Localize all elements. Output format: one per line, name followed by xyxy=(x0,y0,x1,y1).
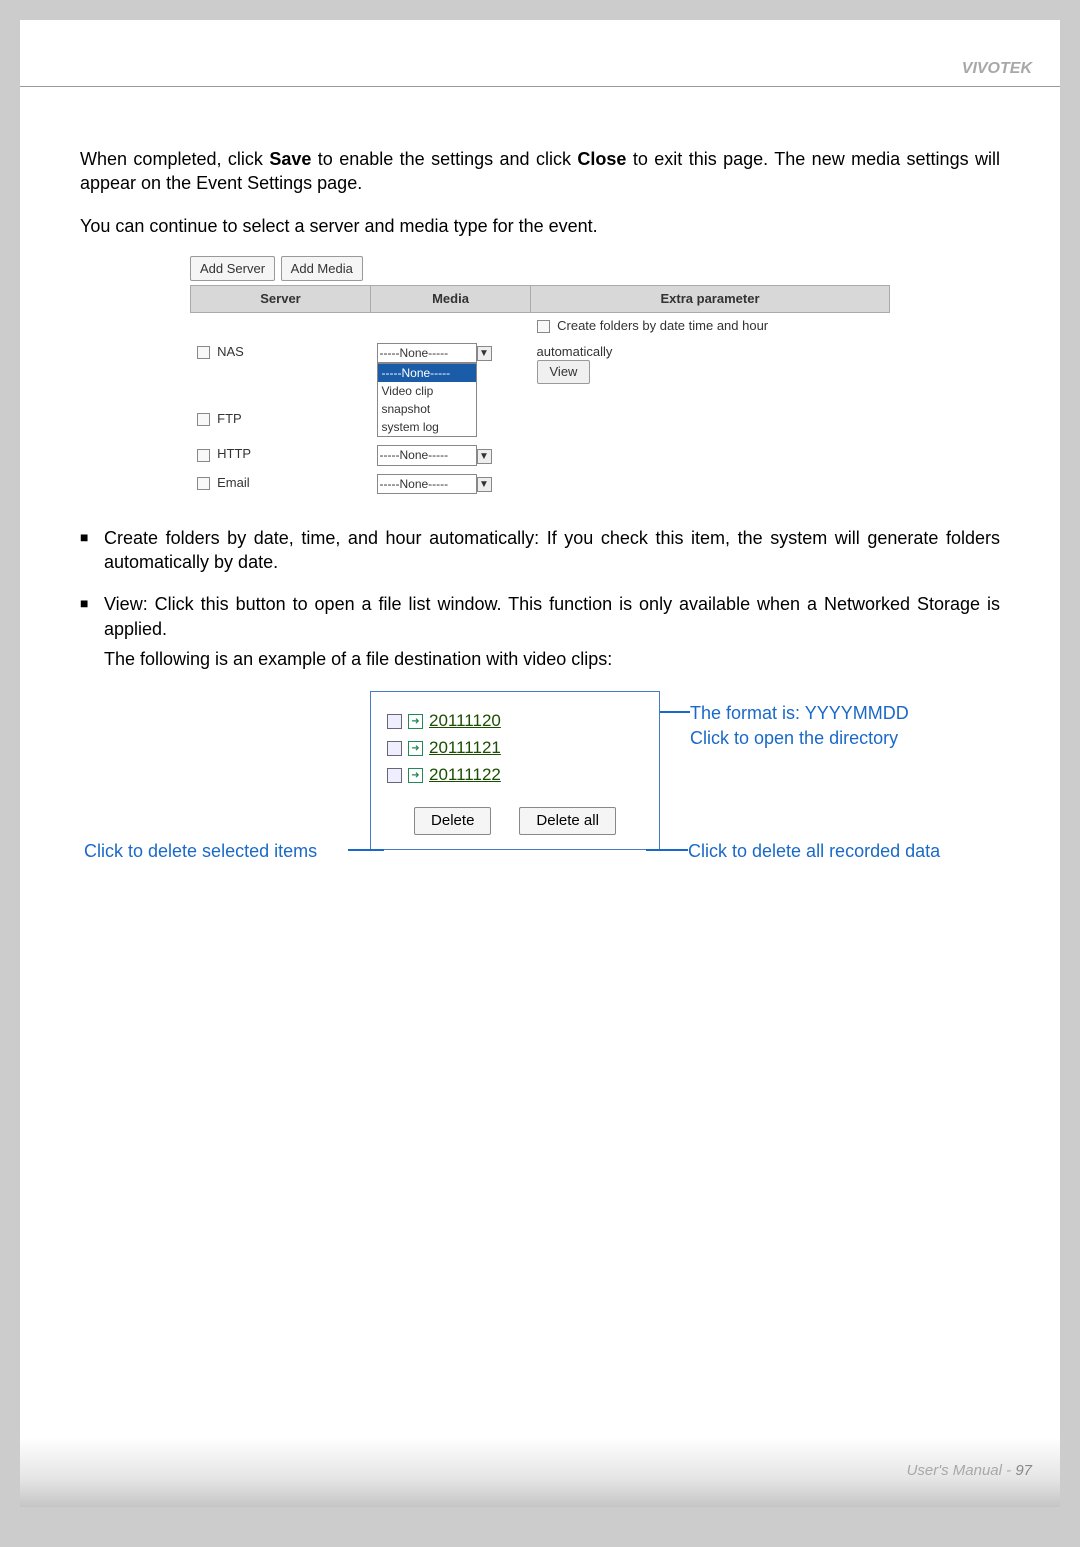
server-http-label: HTTP xyxy=(217,446,251,461)
page-footer: User's Manual - 97 xyxy=(907,1462,1032,1479)
email-media-select[interactable]: -----None----- xyxy=(377,474,477,494)
text: to enable the settings and click xyxy=(311,149,577,169)
bullet-icon: ■ xyxy=(80,526,104,575)
file-buttons-row: Delete Delete all xyxy=(387,807,643,835)
automatically-label: automatically xyxy=(537,344,613,359)
bullet-view: ■ View: Click this button to open a file… xyxy=(80,592,1000,671)
add-media-button[interactable]: Add Media xyxy=(281,256,363,282)
arrow-right-icon[interactable]: ➜ xyxy=(408,768,423,783)
option-video-clip[interactable]: Video clip xyxy=(378,382,476,400)
arrow-right-icon[interactable]: ➜ xyxy=(408,714,423,729)
text: View: Click this button to open a file l… xyxy=(104,592,1000,641)
chevron-down-icon[interactable]: ▼ xyxy=(477,449,492,464)
bullet-text: View: Click this button to open a file l… xyxy=(104,592,1000,671)
delete-all-button[interactable]: Delete all xyxy=(519,807,616,835)
row-checkbox[interactable] xyxy=(387,714,402,729)
event-settings-screenshot: Add Server Add Media Server Media Extra … xyxy=(190,256,890,498)
paragraph-2: You can continue to select a server and … xyxy=(80,214,1000,238)
text: The format is: YYYYMMDD xyxy=(690,701,980,725)
email-checkbox[interactable] xyxy=(197,477,210,490)
nas-media-select[interactable]: -----None----- xyxy=(377,343,477,363)
chevron-down-icon[interactable]: ▼ xyxy=(477,346,492,361)
server-nas-label: NAS xyxy=(217,344,244,359)
connector-line xyxy=(348,849,384,851)
server-email-label: Email xyxy=(217,475,250,490)
header-divider xyxy=(20,86,1060,87)
option-none[interactable]: -----None----- xyxy=(378,364,476,382)
list-item: ➜ 20111122 xyxy=(387,764,643,787)
file-list-box: ➜ 20111120 ➜ 20111121 ➜ 20111122 Delete … xyxy=(370,691,660,850)
nas-media-select-open[interactable]: -----None----- Video clip snapshot syste… xyxy=(377,363,477,438)
text: The following is an example of a file de… xyxy=(104,647,1000,671)
paragraph-1: When completed, click Save to enable the… xyxy=(80,147,1000,196)
col-server: Server xyxy=(191,286,371,313)
bullet-icon: ■ xyxy=(80,592,104,671)
connector-line xyxy=(646,849,688,851)
create-folders-label: Create folders by date time and hour xyxy=(557,318,768,333)
view-button[interactable]: View xyxy=(537,360,591,384)
arrow-right-icon[interactable]: ➜ xyxy=(408,741,423,756)
nas-checkbox[interactable] xyxy=(197,346,210,359)
document-page: VIVOTEK When completed, click Save to en… xyxy=(20,20,1060,1507)
folder-link[interactable]: 20111122 xyxy=(429,764,501,787)
http-checkbox[interactable] xyxy=(197,449,210,462)
server-ftp-label: FTP xyxy=(217,411,242,426)
page-number: 97 xyxy=(1015,1462,1032,1479)
add-server-button[interactable]: Add Server xyxy=(190,256,275,282)
col-media: Media xyxy=(371,286,531,313)
server-media-table: Server Media Extra parameter Create fold… xyxy=(190,285,890,497)
footer-background xyxy=(20,1437,1060,1507)
page-content: When completed, click Save to enable the… xyxy=(20,147,1060,891)
option-system-log[interactable]: system log xyxy=(378,418,476,436)
footer-label: User's Manual - xyxy=(907,1462,1016,1479)
delete-button[interactable]: Delete xyxy=(414,807,491,835)
create-folders-checkbox[interactable] xyxy=(537,320,550,333)
annotation-delete-all: Click to delete all recorded data xyxy=(688,839,940,863)
http-media-select[interactable]: -----None----- xyxy=(377,445,477,465)
ftp-checkbox[interactable] xyxy=(197,413,210,426)
row-checkbox[interactable] xyxy=(387,768,402,783)
save-keyword: Save xyxy=(269,149,311,169)
text: When completed, click xyxy=(80,149,269,169)
close-keyword: Close xyxy=(577,149,626,169)
folder-link[interactable]: 20111120 xyxy=(429,710,501,733)
file-list-example: ➜ 20111120 ➜ 20111121 ➜ 20111122 Delete … xyxy=(80,691,1000,891)
list-item: ➜ 20111121 xyxy=(387,737,643,760)
folder-link[interactable]: 20111121 xyxy=(429,737,501,760)
brand-logo: VIVOTEK xyxy=(962,60,1032,77)
list-item: ➜ 20111120 xyxy=(387,710,643,733)
option-snapshot[interactable]: snapshot xyxy=(378,400,476,418)
page-header: VIVOTEK xyxy=(20,20,1060,86)
annotation-format: The format is: YYYYMMDD Click to open th… xyxy=(690,701,980,750)
annotation-delete-selected: Click to delete selected items xyxy=(84,839,317,863)
chevron-down-icon[interactable]: ▼ xyxy=(477,477,492,492)
connector-line xyxy=(660,711,690,713)
row-checkbox[interactable] xyxy=(387,741,402,756)
col-extra: Extra parameter xyxy=(531,286,890,313)
bullet-text: Create folders by date, time, and hour a… xyxy=(104,526,1000,575)
bullet-create-folders: ■ Create folders by date, time, and hour… xyxy=(80,526,1000,575)
text: Click to open the directory xyxy=(690,726,980,750)
